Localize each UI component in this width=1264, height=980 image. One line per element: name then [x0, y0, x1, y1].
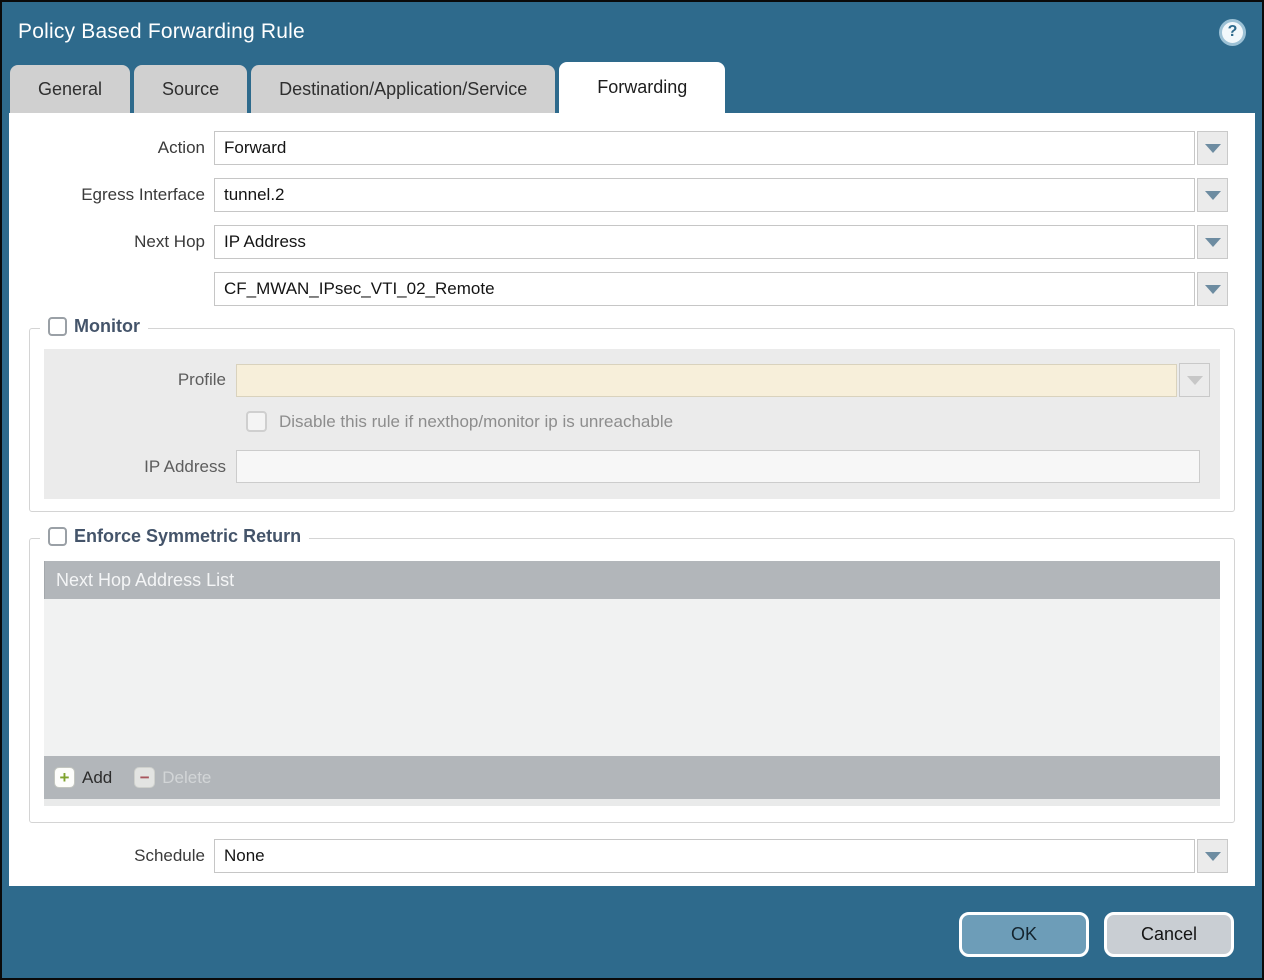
dialog-footer: OK Cancel — [2, 886, 1262, 978]
egress-interface-select[interactable]: tunnel.2 — [214, 178, 1195, 212]
profile-select — [236, 364, 1177, 397]
dialog-titlebar: Policy Based Forwarding Rule ? — [2, 2, 1262, 62]
schedule-dropdown-button[interactable] — [1197, 839, 1228, 873]
forwarding-tab-content: Action Forward Egress Interface tunnel.2… — [9, 113, 1255, 886]
schedule-label: Schedule — [9, 846, 214, 866]
tab-source[interactable]: Source — [134, 65, 247, 113]
delete-button-label: Delete — [162, 768, 211, 788]
dialog-title: Policy Based Forwarding Rule — [18, 20, 305, 44]
tab-general[interactable]: General — [10, 65, 130, 113]
monitor-disabled-panel: Profile Disable this rule if nexthop/mon… — [44, 349, 1220, 499]
help-icon[interactable]: ? — [1219, 19, 1246, 46]
monitor-ip-address-input — [236, 450, 1200, 483]
profile-row: Profile — [44, 363, 1210, 397]
tab-destination-application-service[interactable]: Destination/Application/Service — [251, 65, 555, 113]
table-bottom-strip — [44, 799, 1220, 806]
chevron-down-icon — [1205, 144, 1221, 153]
next-hop-address-list-header: Next Hop Address List — [44, 561, 1220, 599]
chevron-down-icon — [1187, 376, 1203, 385]
egress-interface-label: Egress Interface — [9, 185, 214, 205]
chevron-down-icon — [1205, 852, 1221, 861]
disable-rule-row: Disable this rule if nexthop/monitor ip … — [246, 411, 1210, 432]
plus-icon: + — [54, 767, 75, 788]
delete-button: − Delete — [134, 767, 211, 788]
disable-rule-checkbox — [246, 411, 267, 432]
profile-label: Profile — [44, 370, 236, 390]
action-row: Action Forward — [9, 131, 1255, 165]
monitor-fieldset: Monitor Profile Disable this rule if nex… — [29, 328, 1235, 512]
schedule-select[interactable]: None — [214, 839, 1195, 873]
next-hop-label: Next Hop — [9, 232, 214, 252]
enforce-symmetric-return-title: Enforce Symmetric Return — [74, 526, 301, 547]
tab-forwarding[interactable]: Forwarding — [559, 62, 725, 113]
disable-rule-label: Disable this rule if nexthop/monitor ip … — [279, 412, 673, 432]
next-hop-address-row: CF_MWAN_IPsec_VTI_02_Remote — [9, 272, 1255, 306]
next-hop-select[interactable]: IP Address — [214, 225, 1195, 259]
action-select[interactable]: Forward — [214, 131, 1195, 165]
action-label: Action — [9, 138, 214, 158]
policy-based-forwarding-dialog: Policy Based Forwarding Rule ? General S… — [0, 0, 1264, 980]
next-hop-address-dropdown-button[interactable] — [1197, 272, 1228, 306]
next-hop-row: Next Hop IP Address — [9, 225, 1255, 259]
add-button[interactable]: + Add — [54, 767, 112, 788]
action-dropdown-button[interactable] — [1197, 131, 1228, 165]
ok-button[interactable]: OK — [959, 912, 1089, 957]
monitor-ip-address-row: IP Address — [44, 450, 1210, 483]
monitor-title: Monitor — [74, 316, 140, 337]
egress-interface-dropdown-button[interactable] — [1197, 178, 1228, 212]
cancel-button[interactable]: Cancel — [1104, 912, 1234, 957]
minus-icon: − — [134, 767, 155, 788]
enforce-symmetric-return-checkbox[interactable] — [48, 527, 67, 546]
add-button-label: Add — [82, 768, 112, 788]
profile-dropdown-button — [1179, 363, 1210, 397]
egress-interface-row: Egress Interface tunnel.2 — [9, 178, 1255, 212]
next-hop-dropdown-button[interactable] — [1197, 225, 1228, 259]
chevron-down-icon — [1205, 285, 1221, 294]
schedule-row: Schedule None — [9, 839, 1255, 873]
monitor-ip-address-label: IP Address — [44, 457, 236, 477]
next-hop-address-list-toolbar: + Add − Delete — [44, 756, 1220, 799]
monitor-checkbox[interactable] — [48, 317, 67, 336]
symmetric-return-fieldset: Enforce Symmetric Return Next Hop Addres… — [29, 538, 1235, 823]
tab-bar: General Source Destination/Application/S… — [2, 62, 1262, 113]
next-hop-address-table: Next Hop Address List + Add − Delete — [44, 561, 1220, 806]
chevron-down-icon — [1205, 191, 1221, 200]
next-hop-address-select[interactable]: CF_MWAN_IPsec_VTI_02_Remote — [214, 272, 1195, 306]
next-hop-address-list-body[interactable] — [44, 599, 1220, 756]
chevron-down-icon — [1205, 238, 1221, 247]
